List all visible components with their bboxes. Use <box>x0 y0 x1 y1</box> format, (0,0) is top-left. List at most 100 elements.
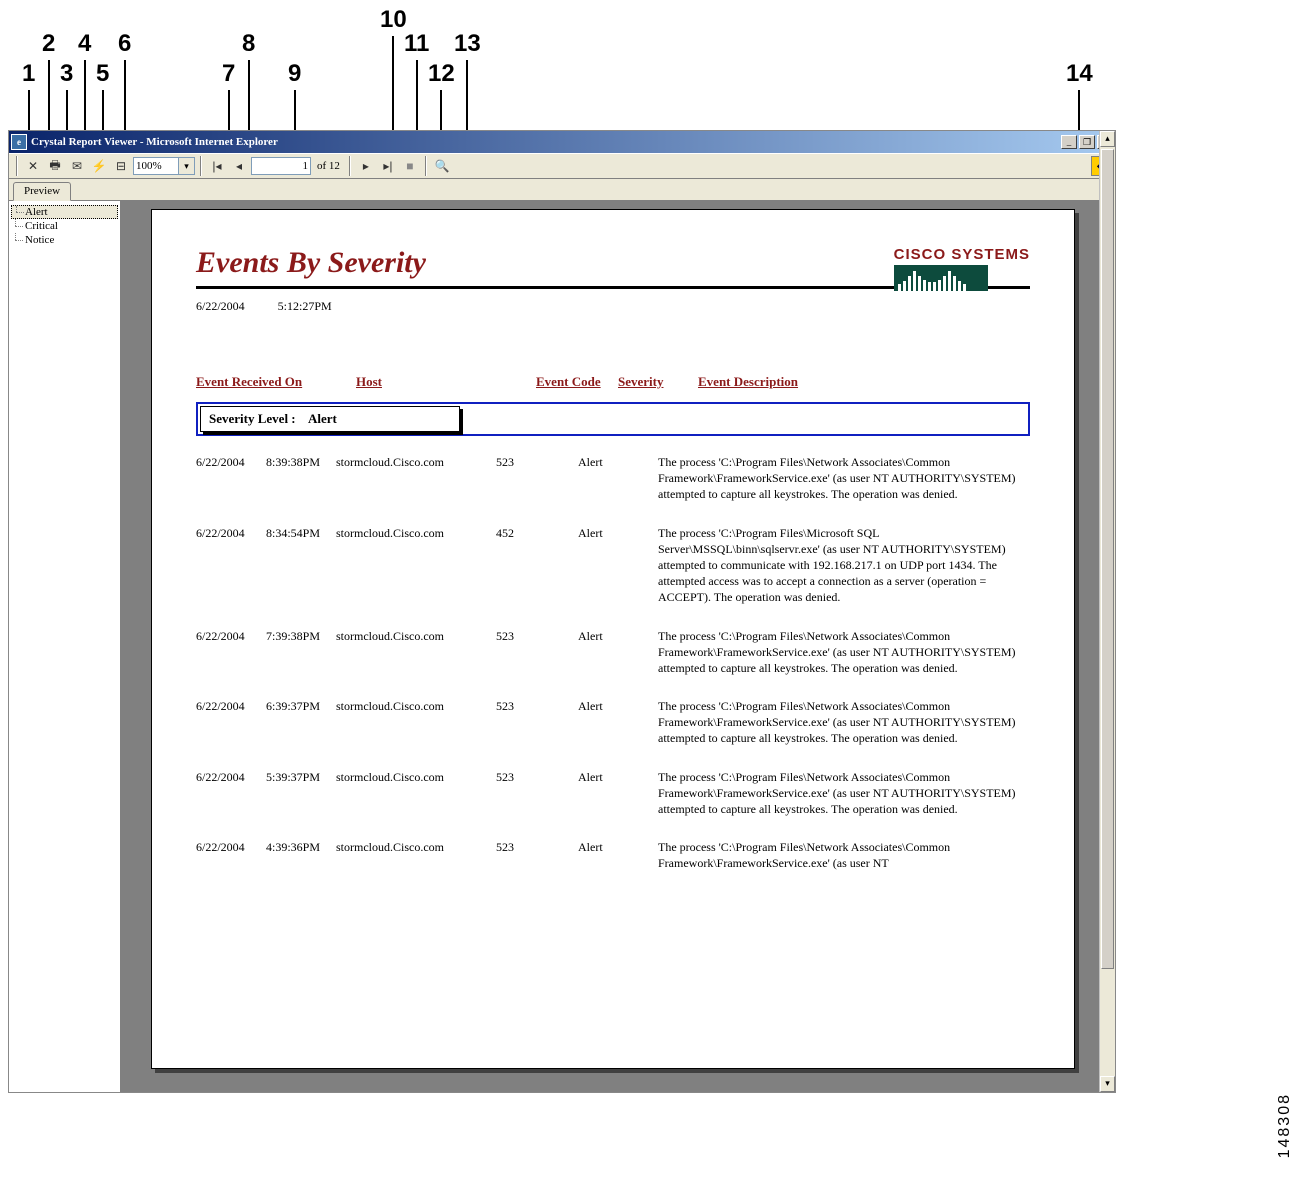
event-host: stormcloud.Cisco.com <box>336 525 496 606</box>
event-host: stormcloud.Cisco.com <box>336 698 496 747</box>
callout-7: 7 <box>222 60 235 88</box>
event-date: 6/22/2004 <box>196 628 266 677</box>
window-title: Crystal Report Viewer - Microsoft Intern… <box>31 136 278 148</box>
severity-group-row: Severity Level : Alert <box>196 402 1030 436</box>
event-code: 523 <box>496 628 578 677</box>
callout-1: 1 <box>22 60 35 88</box>
refresh-button[interactable]: ⚡ <box>89 156 109 176</box>
event-date: 6/22/2004 <box>196 525 266 606</box>
col-received: Event Received On <box>196 374 356 390</box>
minimize-button[interactable]: _ <box>1061 135 1077 149</box>
stop-button[interactable]: ■ <box>400 156 420 176</box>
event-time: 8:34:54PM <box>266 525 336 606</box>
zoom-control: ▾ <box>133 157 195 175</box>
callout-12: 12 <box>428 60 455 88</box>
prev-icon: ◂ <box>236 159 242 173</box>
cisco-bridge-icon <box>894 265 988 291</box>
event-code: 523 <box>496 839 578 871</box>
event-severity: Alert <box>578 839 658 871</box>
outer-scroll-up-button[interactable]: ▴ <box>1100 131 1115 147</box>
zoom-input[interactable] <box>133 157 179 175</box>
severity-group-label: Severity Level : <box>209 411 296 426</box>
event-severity: Alert <box>578 698 658 747</box>
prev-page-button[interactable]: ◂ <box>229 156 249 176</box>
event-date: 6/22/2004 <box>196 454 266 503</box>
event-row: 6/22/20047:39:38PMstormcloud.Cisco.com52… <box>196 628 1030 677</box>
callout-5: 5 <box>96 60 109 88</box>
event-code: 523 <box>496 769 578 818</box>
events-list: 6/22/20048:39:38PMstormcloud.Cisco.com52… <box>196 454 1030 872</box>
print-button[interactable]: 🖶 <box>45 156 65 176</box>
page-number-input[interactable] <box>251 157 311 175</box>
event-date: 6/22/2004 <box>196 698 266 747</box>
event-date: 6/22/2004 <box>196 839 266 871</box>
close-report-button[interactable]: ✕ <box>23 156 43 176</box>
outer-scroll-down-button[interactable]: ▾ <box>1100 1076 1115 1092</box>
binoculars-icon: 🔍 <box>434 159 449 173</box>
tree-node-notice[interactable]: Notice <box>11 233 118 247</box>
event-description: The process 'C:\Program Files\Network As… <box>658 839 1030 871</box>
next-page-button[interactable]: ▸ <box>356 156 376 176</box>
event-severity: Alert <box>578 525 658 606</box>
event-time: 4:39:36PM <box>266 839 336 871</box>
stop-icon: ■ <box>406 159 413 173</box>
app-icon: e <box>11 134 27 150</box>
column-headers: Event Received On Host Event Code Severi… <box>196 374 1030 390</box>
event-description: The process 'C:\Program Files\Network As… <box>658 454 1030 503</box>
callout-10: 10 <box>380 6 407 34</box>
col-severity: Severity <box>618 374 698 390</box>
event-host: stormcloud.Cisco.com <box>336 839 496 871</box>
callout-14: 14 <box>1066 60 1093 88</box>
event-row: 6/22/20045:39:37PMstormcloud.Cisco.com52… <box>196 769 1030 818</box>
figure-number: 148308 <box>1276 1093 1294 1158</box>
event-description: The process 'C:\Program Files\Network As… <box>658 769 1030 818</box>
toggle-tree-button[interactable]: ⊟ <box>111 156 131 176</box>
report-page: Events By Severity 6/22/2004 5:12:27PM C… <box>151 209 1075 1069</box>
event-description: The process 'C:\Program Files\Microsoft … <box>658 525 1030 606</box>
tree-node-alert[interactable]: Alert <box>11 205 118 219</box>
event-host: stormcloud.Cisco.com <box>336 628 496 677</box>
event-code: 452 <box>496 525 578 606</box>
tab-preview[interactable]: Preview <box>13 182 71 201</box>
x-icon: ✕ <box>28 159 38 173</box>
event-time: 6:39:37PM <box>266 698 336 747</box>
maximize-button[interactable]: ❐ <box>1079 135 1095 149</box>
callout-13: 13 <box>454 30 481 58</box>
event-time: 7:39:38PM <box>266 628 336 677</box>
event-description: The process 'C:\Program Files\Network As… <box>658 698 1030 747</box>
last-page-button[interactable]: ▸| <box>378 156 398 176</box>
lightning-icon: ⚡ <box>92 159 107 173</box>
event-description: The process 'C:\Program Files\Network As… <box>658 628 1030 677</box>
event-row: 6/22/20048:39:38PMstormcloud.Cisco.com52… <box>196 454 1030 503</box>
event-row: 6/22/20048:34:54PMstormcloud.Cisco.com45… <box>196 525 1030 606</box>
browser-scrollbar[interactable]: ▴ ▾ <box>1099 131 1115 1092</box>
callout-8: 8 <box>242 30 255 58</box>
col-code: Event Code <box>536 374 618 390</box>
event-row: 6/22/20044:39:36PMstormcloud.Cisco.com52… <box>196 839 1030 871</box>
export-icon: ✉ <box>72 159 82 173</box>
page-of-label: of 12 <box>313 160 344 172</box>
tab-row: Preview <box>9 179 1115 201</box>
tree-node-critical[interactable]: Critical <box>11 219 118 233</box>
first-page-button[interactable]: |◂ <box>207 156 227 176</box>
outer-scroll-thumb[interactable] <box>1101 149 1114 969</box>
titlebar: e Crystal Report Viewer - Microsoft Inte… <box>9 131 1115 153</box>
event-host: stormcloud.Cisco.com <box>336 454 496 503</box>
export-button[interactable]: ✉ <box>67 156 87 176</box>
group-tree: Alert Critical Notice <box>9 201 121 1092</box>
event-time: 5:39:37PM <box>266 769 336 818</box>
event-host: stormcloud.Cisco.com <box>336 769 496 818</box>
callout-3: 3 <box>60 60 73 88</box>
callout-2: 2 <box>42 30 55 58</box>
find-button[interactable]: 🔍 <box>432 156 452 176</box>
event-code: 523 <box>496 698 578 747</box>
callout-11: 11 <box>404 30 429 58</box>
event-time: 8:39:38PM <box>266 454 336 503</box>
report-time: 5:12:27PM <box>278 299 332 313</box>
tree-icon: ⊟ <box>116 159 126 173</box>
col-description: Event Description <box>698 374 1030 390</box>
zoom-dropdown-button[interactable]: ▾ <box>179 157 195 175</box>
cisco-wordmark: CISCO SYSTEMS <box>894 246 1030 263</box>
callout-4: 4 <box>78 30 91 58</box>
callout-6: 6 <box>118 30 131 58</box>
